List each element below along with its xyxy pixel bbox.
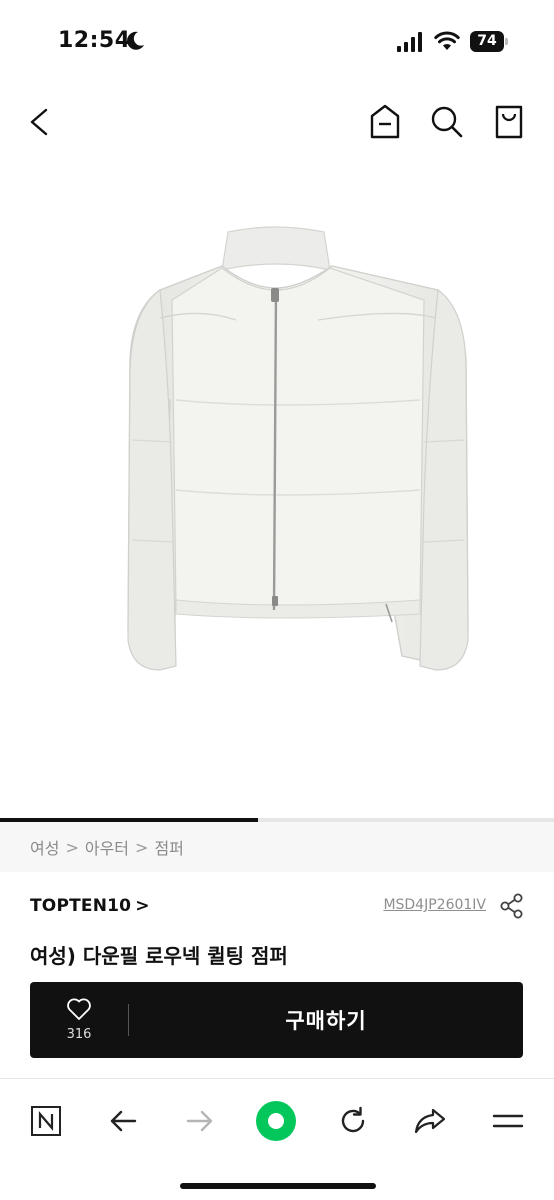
breadcrumb-item-jumper[interactable]: 점퍼 (154, 835, 183, 859)
arrow-left-icon[interactable] (101, 1099, 145, 1143)
product-code[interactable]: MSD4JP2601IV (383, 897, 486, 913)
browser-toolbar (0, 1078, 554, 1200)
brand-row: TOPTEN10 > MSD4JP2601IV (0, 890, 554, 924)
cellular-signal-icon (397, 32, 422, 52)
wifi-icon (434, 31, 460, 50)
battery-icon: 74 (470, 31, 508, 52)
product-image[interactable] (0, 170, 554, 820)
share-icon[interactable] (498, 892, 526, 920)
naver-n-icon[interactable] (24, 1099, 68, 1143)
app-header (0, 92, 554, 152)
buy-button[interactable]: 구매하기 (129, 982, 523, 1058)
breadcrumb: 여성 > 아우터 > 점퍼 (0, 822, 554, 872)
breadcrumb-item-outer[interactable]: 아우터 (85, 835, 129, 859)
breadcrumb-separator: > (135, 837, 149, 857)
shopping-bag-icon[interactable] (490, 102, 528, 142)
reload-icon[interactable] (331, 1099, 375, 1143)
product-title: 여성) 다운필 로우넥 퀼팅 점퍼 (30, 944, 288, 968)
heart-icon (67, 998, 91, 1020)
battery-level: 74 (470, 31, 504, 52)
status-time: 12:54 (58, 28, 131, 53)
menu-icon[interactable] (486, 1099, 530, 1143)
arrow-right-icon[interactable] (178, 1099, 222, 1143)
back-icon[interactable] (22, 104, 56, 140)
buy-bar: 316 구매하기 (30, 982, 523, 1058)
search-icon[interactable] (428, 102, 466, 142)
wishlist-count: 316 (66, 1027, 92, 1042)
chevron-right-icon: > (135, 896, 150, 916)
wishlist-button[interactable]: 316 (30, 982, 128, 1058)
breadcrumb-item-women[interactable]: 여성 (30, 835, 59, 859)
status-bar: 12:54 74 (0, 0, 554, 84)
share-arrow-icon[interactable] (408, 1099, 452, 1143)
brand-name: TOPTEN10 (30, 896, 132, 916)
moon-icon (127, 31, 144, 50)
breadcrumb-separator: > (65, 837, 79, 857)
brand-link[interactable]: TOPTEN10 > (30, 896, 150, 916)
home-icon[interactable] (366, 102, 404, 142)
green-home-dot-icon[interactable] (254, 1099, 298, 1143)
home-indicator (180, 1183, 376, 1189)
